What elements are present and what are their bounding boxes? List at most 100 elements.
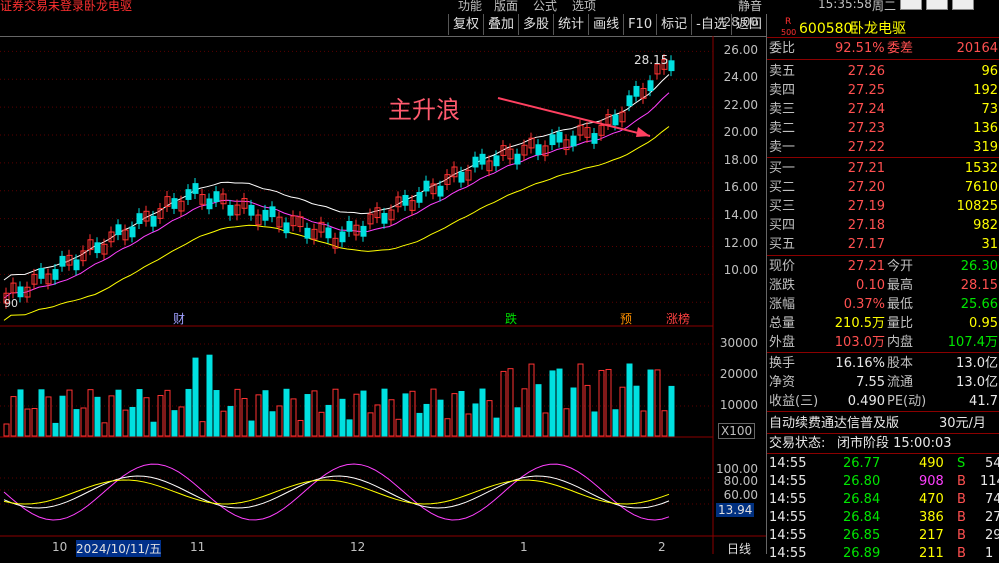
volume-bar: [164, 389, 171, 437]
volume-bar: [367, 412, 374, 437]
volume-bar: [136, 389, 143, 437]
close-button[interactable]: [952, 0, 974, 10]
bid-row[interactable]: 买二 27.20 7610: [767, 178, 999, 197]
event-tag-drop[interactable]: 跌: [504, 312, 518, 326]
stat-row: 总量 210.5万 量比 0.95: [769, 316, 998, 331]
volume-bar: [493, 417, 500, 437]
volume-bar: [304, 394, 311, 437]
volume-bar: [437, 399, 444, 437]
maximize-button[interactable]: [926, 0, 948, 10]
tick-row: 14:55 26.85 217 B 29: [769, 528, 999, 543]
price-tick: 14.00: [723, 208, 758, 222]
candle: [479, 153, 486, 165]
volume-bar: [563, 408, 570, 437]
draw-line-button[interactable]: 画线: [588, 14, 624, 35]
volume-bar: [619, 386, 626, 437]
tick-row: 14:55 26.84 386 B 27: [769, 510, 999, 525]
period-selector[interactable]: 日线: [727, 540, 751, 557]
minimize-button[interactable]: [900, 0, 922, 10]
candle: [129, 226, 136, 238]
volume-bar: [115, 389, 122, 437]
kline-chart[interactable]: [0, 36, 766, 554]
indicator-tick: 60.00: [723, 488, 758, 502]
volume-bar: [290, 398, 297, 437]
multi-stock-button[interactable]: 多股: [518, 14, 554, 35]
volume-bar: [507, 368, 514, 437]
candle: [213, 191, 220, 202]
volume-bar: [521, 388, 528, 437]
volume-bar: [535, 384, 542, 437]
candle: [647, 80, 654, 92]
ad-banner[interactable]: 自动续费通达信普及版 30元/月: [767, 414, 999, 433]
candle: [185, 189, 192, 200]
candle: [206, 198, 213, 210]
candle: [402, 194, 409, 206]
ask-row[interactable]: 卖一 27.22 319: [767, 138, 999, 157]
weekday: 周二: [872, 0, 897, 13]
event-tag-top-gainers[interactable]: 涨榜: [665, 312, 691, 326]
candle: [360, 225, 367, 237]
menu-options[interactable]: 选项: [572, 0, 596, 14]
restore-rights-button[interactable]: 复权: [448, 14, 484, 35]
volume-bar: [262, 390, 269, 437]
volume-bar: [612, 409, 619, 437]
mute-toggle[interactable]: 静音: [738, 0, 762, 14]
candle: [416, 192, 423, 203]
stat-row: 现价 27.21 今开 26.30: [769, 259, 998, 274]
bid-row[interactable]: 买一 27.21 1532: [767, 159, 999, 178]
bid-row[interactable]: 买五 27.17 31: [767, 235, 999, 254]
overlay-button[interactable]: 叠加: [483, 14, 519, 35]
login-status: 证券交易未登录: [0, 0, 85, 13]
event-tag-forecast[interactable]: 预: [619, 312, 633, 326]
volume-bar: [87, 389, 94, 437]
ask-row[interactable]: 卖四 27.25 192: [767, 81, 999, 100]
event-tag-finance[interactable]: 财: [172, 312, 186, 326]
ask-row[interactable]: 卖二 27.23 136: [767, 119, 999, 138]
price-tick: 24.00: [723, 70, 758, 84]
candle: [612, 114, 619, 126]
volume-bar: [108, 395, 115, 437]
x-label: 1: [520, 540, 528, 554]
volume-unit-label: X100: [718, 423, 756, 439]
volume-bar: [31, 408, 38, 437]
trade-status: 交易状态: 闭市阶段 15:00:03: [769, 436, 952, 451]
ad-text[interactable]: 自动续费通达信普及版: [769, 414, 899, 433]
menu-function[interactable]: 功能: [458, 0, 482, 14]
volume-bar: [213, 390, 220, 437]
volume-bar: [556, 368, 563, 437]
annotation-arrowhead: [636, 127, 650, 137]
volume-bar: [395, 418, 402, 437]
volume-bar: [283, 388, 290, 437]
volume-bar: [206, 354, 213, 437]
volume-bar: [227, 405, 234, 437]
ask-row[interactable]: 卖三 27.24 73: [767, 100, 999, 119]
volume-bar: [402, 393, 409, 437]
ratio-value: 92.51%: [835, 41, 885, 56]
candle: [437, 185, 444, 197]
mark-button[interactable]: 标记: [656, 14, 692, 35]
menu-layout[interactable]: 版面: [494, 0, 518, 14]
price-tick: 26.00: [723, 43, 758, 57]
stat-row: 涨幅 0.37% 最低 25.66: [769, 297, 998, 312]
ad-price[interactable]: 30元/月: [939, 414, 986, 433]
ask-row[interactable]: 卖五 27.26 96: [767, 62, 999, 81]
candle: [346, 221, 353, 232]
volume-bar: [381, 388, 388, 437]
bid-row[interactable]: 买四 27.18 982: [767, 216, 999, 235]
volume-bar: [311, 390, 318, 437]
volume-bar: [52, 422, 59, 437]
volume-bar: [570, 387, 577, 437]
volume-bar: [605, 368, 612, 437]
volume-bar: [45, 396, 52, 437]
diff-value: 20164: [956, 41, 998, 56]
volume-bar: [661, 410, 668, 437]
bid-row[interactable]: 买三 27.19 10825: [767, 197, 999, 216]
volume-bar: [360, 390, 367, 437]
candle: [227, 204, 234, 216]
menu-formula[interactable]: 公式: [533, 0, 557, 14]
price-tick: 20.00: [723, 125, 758, 139]
f10-button[interactable]: F10: [623, 14, 657, 35]
candle: [73, 259, 80, 271]
candle: [248, 204, 255, 216]
statistics-button[interactable]: 统计: [553, 14, 589, 35]
